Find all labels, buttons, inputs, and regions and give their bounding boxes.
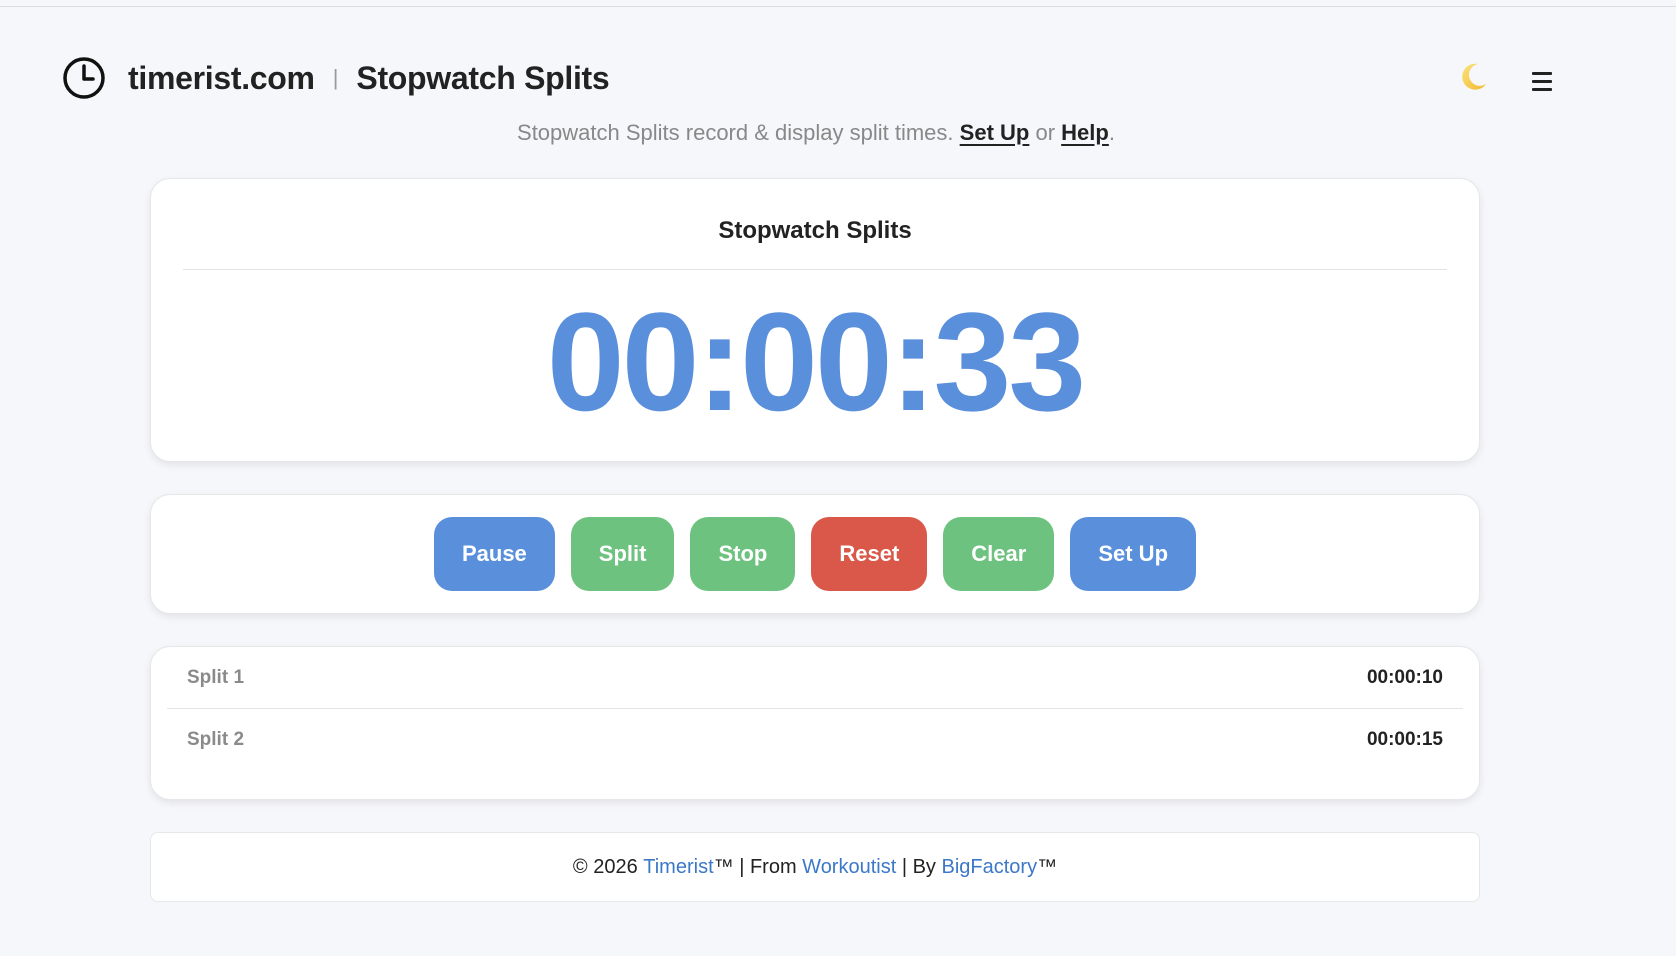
footer-tm: ™ (1037, 855, 1058, 878)
setup-button[interactable]: Set Up (1070, 517, 1197, 591)
page-title: Stopwatch Splits (356, 59, 610, 96)
split-button[interactable]: Split (570, 517, 675, 591)
footer: © 2026 Timerist ™ | From Workoutist | By … (150, 832, 1480, 902)
moon-icon (1458, 60, 1490, 97)
clock-icon[interactable] (62, 56, 106, 100)
menu-bar (1532, 71, 1552, 75)
setup-link[interactable]: Set Up (960, 120, 1030, 145)
split-time: 00:00:10 (1366, 666, 1443, 688)
workoutist-link[interactable]: Workoutist (802, 856, 896, 879)
header-separator: | (332, 65, 339, 90)
footer-by: | By (901, 855, 936, 878)
split-row: Split 2 00:00:15 (167, 708, 1463, 770)
subtitle-or: or (1035, 120, 1056, 145)
menu-bar (1532, 87, 1552, 91)
timer-display-wrapper: 00:00:33 (151, 287, 1479, 437)
header: timerist.com | Stopwatch Splits (62, 54, 610, 102)
site-name-link[interactable]: timerist.com (128, 60, 315, 97)
timer-card: Stopwatch Splits 00:00:33 (150, 178, 1480, 462)
stop-button[interactable]: Stop (690, 517, 796, 591)
menu-bar (1532, 79, 1552, 83)
timer-divider (183, 269, 1447, 270)
pause-button[interactable]: Pause (433, 517, 555, 591)
clear-button[interactable]: Clear (943, 517, 1055, 591)
split-label: Split 2 (187, 728, 245, 750)
subtitle-text: Stopwatch Splits record & display split … (517, 120, 954, 145)
split-time: 00:00:15 (1366, 728, 1443, 750)
controls-card: Pause Split Stop Reset Clear Set Up (150, 494, 1480, 614)
split-row: Split 1 00:00:10 (167, 647, 1463, 708)
page-subtitle: Stopwatch Splits record & display split … (0, 120, 1632, 146)
timerist-link[interactable]: Timerist (643, 856, 713, 879)
splits-list: Split 1 00:00:10 Split 2 00:00:15 (150, 646, 1480, 800)
bigfactory-link[interactable]: BigFactory (942, 856, 1038, 879)
help-link[interactable]: Help (1061, 120, 1109, 145)
footer-from: ™ | From (713, 855, 797, 878)
reset-button[interactable]: Reset (811, 517, 928, 591)
top-border (0, 0, 1676, 7)
subtitle-period: . (1108, 120, 1115, 145)
split-label: Split 1 (187, 666, 245, 688)
hamburger-menu-icon[interactable] (1528, 66, 1556, 96)
timer-title: Stopwatch Splits (718, 217, 912, 244)
theme-toggle-button[interactable] (1456, 60, 1492, 96)
timer-display: 00:00:33 (546, 283, 1086, 440)
footer-copyright: © 2026 (572, 855, 638, 878)
